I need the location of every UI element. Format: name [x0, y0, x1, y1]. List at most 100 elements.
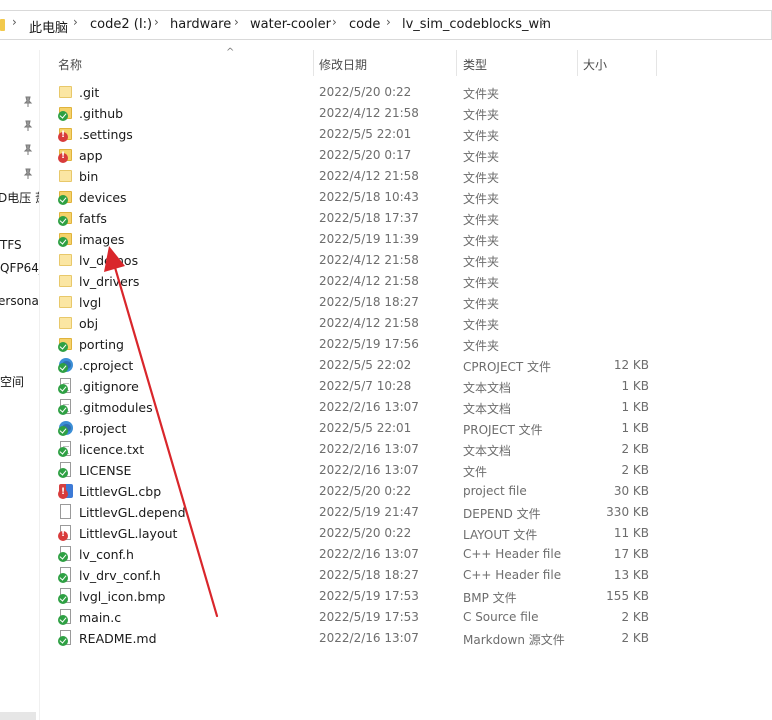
file-type: C++ Header file [463, 568, 562, 582]
file-row[interactable]: lv_drv_conf.h 2022/5/18 18:27 C++ Header f… [48, 565, 668, 586]
file-row[interactable]: .github 2022/4/12 21:58 文件夹 [48, 103, 668, 124]
file-name: obj [79, 316, 99, 331]
column-date[interactable]: 修改日期 [319, 56, 367, 73]
file-row[interactable]: lv_demos 2022/4/12 21:58 文件夹 [48, 250, 668, 271]
file-row[interactable]: lv_drivers 2022/4/12 21:58 文件夹 [48, 271, 668, 292]
breadcrumb-drive[interactable]: code2 (I:) [90, 17, 152, 32]
folder-icon [58, 189, 74, 205]
breadcrumb-this-pc[interactable]: 此电脑 [29, 17, 68, 36]
file-row[interactable]: lv_conf.h 2022/2/16 13:07 C++ Header file 1… [48, 544, 668, 565]
nav-item[interactable]: D电压 萧 [0, 189, 39, 206]
chevron-right-icon[interactable]: › [541, 15, 546, 29]
file-date: 2022/5/20 0:22 [319, 526, 412, 540]
file-name: main.c [79, 610, 122, 625]
file-row[interactable]: obj 2022/4/12 21:58 文件夹 [48, 313, 668, 334]
sync-ok-icon [58, 636, 68, 646]
file-type: 文件夹 [463, 276, 500, 290]
file-name: LittlevGL.layout [79, 526, 178, 541]
source-file-icon [58, 609, 74, 625]
file-date: 2022/5/19 17:53 [319, 589, 419, 603]
column-divider[interactable] [313, 50, 314, 76]
file-row[interactable]: .settings 2022/5/5 22:01 文件夹 [48, 124, 668, 145]
file-row[interactable]: bin 2022/4/12 21:58 文件夹 [48, 166, 668, 187]
file-name: lv_conf.h [79, 547, 134, 562]
file-row[interactable]: images 2022/5/19 11:39 文件夹 [48, 229, 668, 250]
file-name: .gitmodules [79, 400, 153, 415]
file-type: 文件夹 [463, 192, 500, 206]
file-name: fatfs [79, 211, 107, 226]
file-row[interactable]: main.c 2022/5/19 17:53 C Source file 2 KB [48, 607, 668, 628]
file-icon [58, 630, 74, 646]
file-row[interactable]: README.md 2022/2/16 13:07 Markdown 源文件 2 KB [48, 628, 668, 649]
column-divider[interactable] [456, 50, 457, 76]
file-size: 2 KB [621, 610, 649, 624]
file-row[interactable]: .gitignore 2022/5/7 10:28 文本文档 1 KB [48, 376, 668, 397]
nav-item[interactable]: QFP64_ [0, 261, 39, 275]
horizontal-scrollbar[interactable] [0, 712, 36, 720]
eclipse-icon [58, 420, 74, 436]
file-name: .cproject [79, 358, 134, 373]
column-size[interactable]: 大小 [583, 56, 607, 73]
column-divider[interactable] [577, 50, 578, 76]
sync-ok-icon [58, 237, 68, 247]
file-row[interactable]: .project 2022/5/5 22:01 PROJECT 文件 1 KB [48, 418, 668, 439]
file-row[interactable]: .gitmodules 2022/2/16 13:07 文本文档 1 KB [48, 397, 668, 418]
file-row[interactable]: licence.txt 2022/2/16 13:07 文本文档 2 KB [48, 439, 668, 460]
file-size: 330 KB [606, 505, 649, 519]
nav-item[interactable]: TFS [0, 238, 22, 252]
file-type: 文件夹 [463, 87, 500, 101]
pin-icon [23, 120, 33, 131]
sync-error-icon [58, 487, 68, 499]
file-date: 2022/5/18 18:27 [319, 295, 419, 309]
sync-ok-icon [58, 615, 68, 625]
text-file-icon [58, 378, 74, 394]
file-name: LICENSE [79, 463, 132, 478]
file-row[interactable]: .cproject 2022/5/5 22:02 CPROJECT 文件 12 KB [48, 355, 668, 376]
chevron-right-icon[interactable]: › [73, 15, 78, 29]
file-row[interactable]: devices 2022/5/18 10:43 文件夹 [48, 187, 668, 208]
nav-item[interactable]: 空间 [0, 373, 24, 390]
file-icon [58, 504, 74, 520]
address-bar[interactable]: › 此电脑 › code2 (I:) › hardware › water-co… [0, 0, 772, 50]
file-date: 2022/5/19 21:47 [319, 505, 419, 519]
file-type: 文件夹 [463, 339, 500, 353]
file-type: PROJECT 文件 [463, 423, 543, 437]
file-row[interactable]: fatfs 2022/5/18 17:37 文件夹 [48, 208, 668, 229]
file-row[interactable]: LittlevGL.cbp 2022/5/20 0:22 project file 3… [48, 481, 668, 502]
breadcrumb-current-folder[interactable]: lv_sim_codeblocks_win [402, 17, 551, 32]
file-date: 2022/5/20 0:22 [319, 484, 412, 498]
chevron-right-icon[interactable]: › [332, 15, 337, 29]
column-name[interactable]: 名称 [58, 56, 82, 73]
file-row[interactable]: porting 2022/5/19 17:56 文件夹 [48, 334, 668, 355]
file-type: DEPEND 文件 [463, 507, 541, 521]
file-type: 文件夹 [463, 171, 500, 185]
folder-icon [58, 168, 74, 184]
breadcrumb-hardware[interactable]: hardware [170, 17, 231, 32]
breadcrumb-code[interactable]: code [349, 17, 380, 32]
breadcrumb-water-cooler[interactable]: water-cooler [250, 17, 331, 32]
file-row[interactable]: LICENSE 2022/2/16 13:07 文件 2 KB [48, 460, 668, 481]
file-row[interactable]: lvgl_icon.bmp 2022/5/19 17:53 BMP 文件 155 KB [48, 586, 668, 607]
chevron-right-icon[interactable]: › [154, 15, 159, 29]
file-row[interactable]: LittlevGL.layout 2022/5/20 0:22 LAYOUT 文件 1… [48, 523, 668, 544]
navigation-pane[interactable]: D电压 萧 TFS QFP64_ ersona 空间 [0, 50, 40, 720]
file-row[interactable]: .git 2022/5/20 0:22 文件夹 [48, 82, 668, 103]
file-row[interactable]: lvgl 2022/5/18 18:27 文件夹 [48, 292, 668, 313]
file-row[interactable]: app 2022/5/20 0:17 文件夹 [48, 145, 668, 166]
chevron-right-icon[interactable]: › [386, 15, 391, 29]
folder-icon [58, 315, 74, 331]
sort-ascending-icon: ^ [226, 47, 235, 58]
column-type[interactable]: 类型 [463, 56, 487, 73]
file-size: 1 KB [621, 379, 649, 393]
file-date: 2022/2/16 13:07 [319, 400, 419, 414]
chevron-right-icon[interactable]: › [234, 15, 239, 29]
nav-item[interactable]: ersona [0, 294, 39, 308]
file-date: 2022/2/16 13:07 [319, 631, 419, 645]
file-name: bin [79, 169, 99, 184]
file-size: 30 KB [613, 484, 649, 498]
column-divider[interactable] [656, 50, 657, 76]
chevron-right-icon[interactable]: › [12, 15, 17, 29]
codeblocks-icon [58, 483, 74, 499]
sync-ok-icon [58, 447, 68, 457]
file-row[interactable]: LittlevGL.depend 2022/5/19 21:47 DEPEND 文件… [48, 502, 668, 523]
